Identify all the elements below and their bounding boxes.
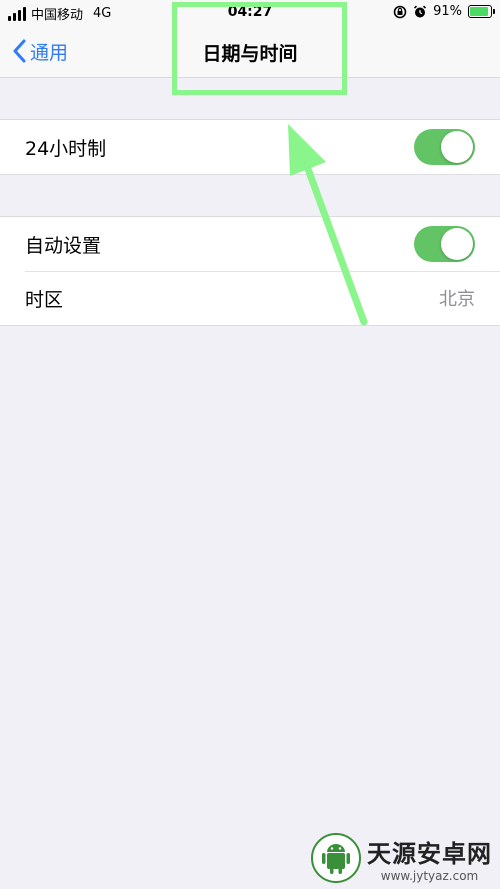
watermark-title: 天源安卓网 [367,839,492,868]
toggle-knob [441,131,473,163]
watermark: 天源安卓网 www.jytyaz.com [311,833,492,883]
rotation-lock-icon [393,5,407,18]
annotation-highlight-box [172,2,347,95]
settings-group-format: 24小时制 [0,119,500,175]
toggle-knob [441,228,473,260]
watermark-url: www.jytyaz.com [380,868,479,883]
battery-icon [468,5,495,18]
settings-group-auto: 自动设置 时区 北京 [0,216,500,326]
row-label: 24小时制 [25,137,107,160]
battery-percent: 91% [433,4,462,19]
android-logo-icon [311,833,361,883]
row-auto-set: 自动设置 [0,217,500,271]
watermark-text: 天源安卓网 www.jytyaz.com [367,834,492,883]
status-right: 91% [393,4,495,19]
battery-level [470,7,489,16]
alarm-icon [414,5,427,17]
row-label: 自动设置 [25,234,102,257]
row-label: 时区 [25,288,64,311]
toggle-auto-set[interactable] [414,226,475,262]
row-24-hour: 24小时制 [0,120,500,174]
timezone-value: 北京 [439,289,475,310]
row-timezone[interactable]: 时区 北京 [0,271,500,325]
toggle-24-hour[interactable] [414,129,475,165]
